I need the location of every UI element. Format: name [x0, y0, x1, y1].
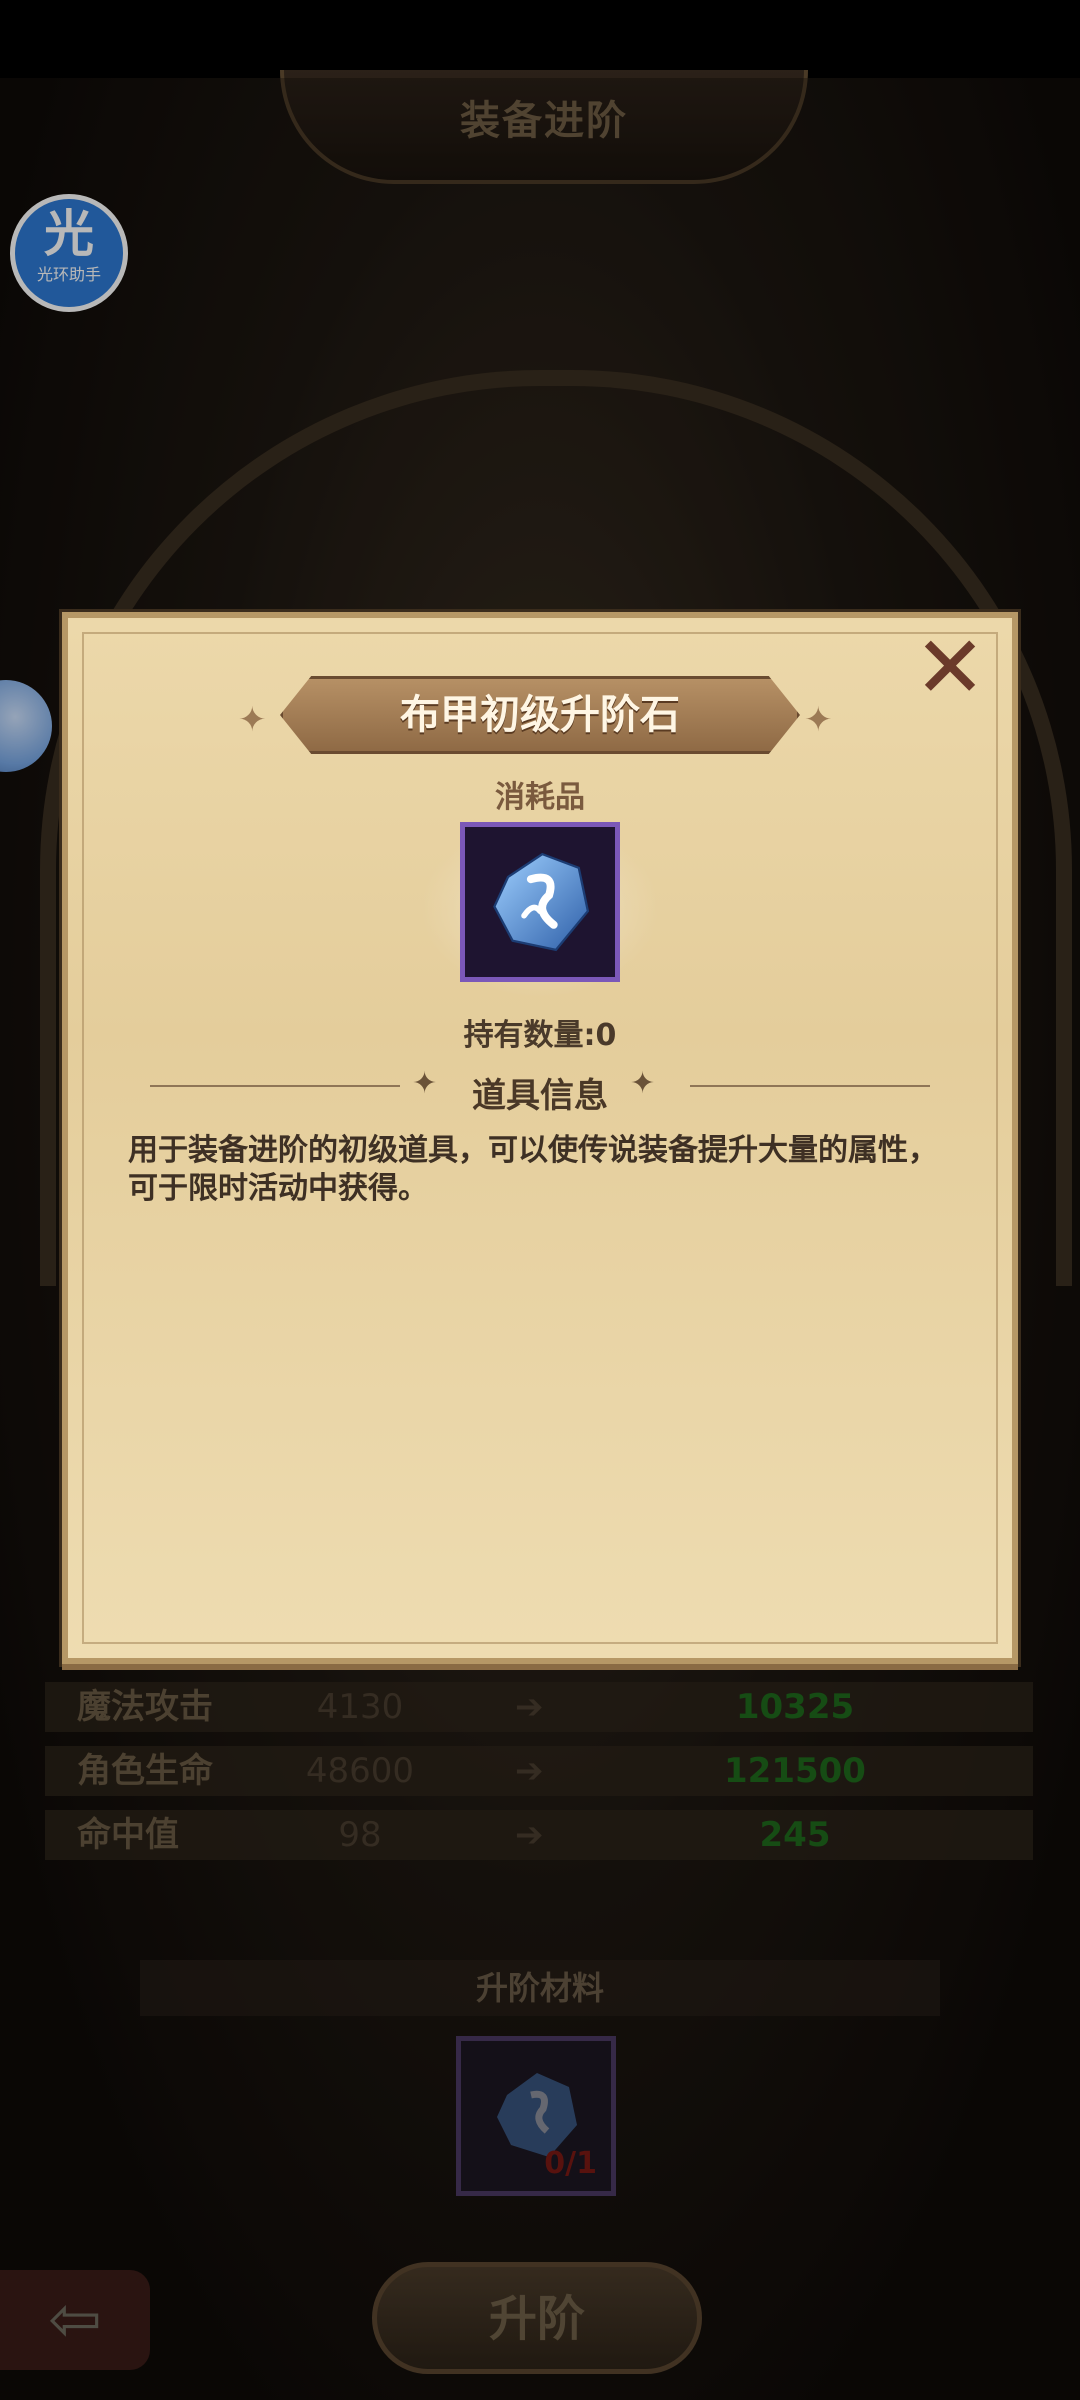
item-description: 用于装备进阶的初级道具，可以使传说装备提升大量的属性，可于限时活动中获得。	[128, 1133, 938, 1206]
item-type-label: 消耗品	[495, 780, 585, 815]
blue-upgrade-stone-icon	[493, 852, 590, 952]
status-bar	[0, 0, 1080, 78]
ornament-icon: ✦	[804, 700, 833, 740]
star-ornament-icon: ✦	[630, 1066, 656, 1101]
dialog-title: 布甲初级升阶石	[400, 692, 680, 738]
section-title: 道具信息	[472, 1076, 608, 1116]
close-button[interactable]: ✕	[910, 625, 990, 711]
ornament-icon: ✦	[238, 700, 267, 740]
owned-quantity: 持有数量:0	[463, 1018, 617, 1053]
item-icon-frame	[460, 822, 620, 982]
divider	[690, 1085, 930, 1087]
